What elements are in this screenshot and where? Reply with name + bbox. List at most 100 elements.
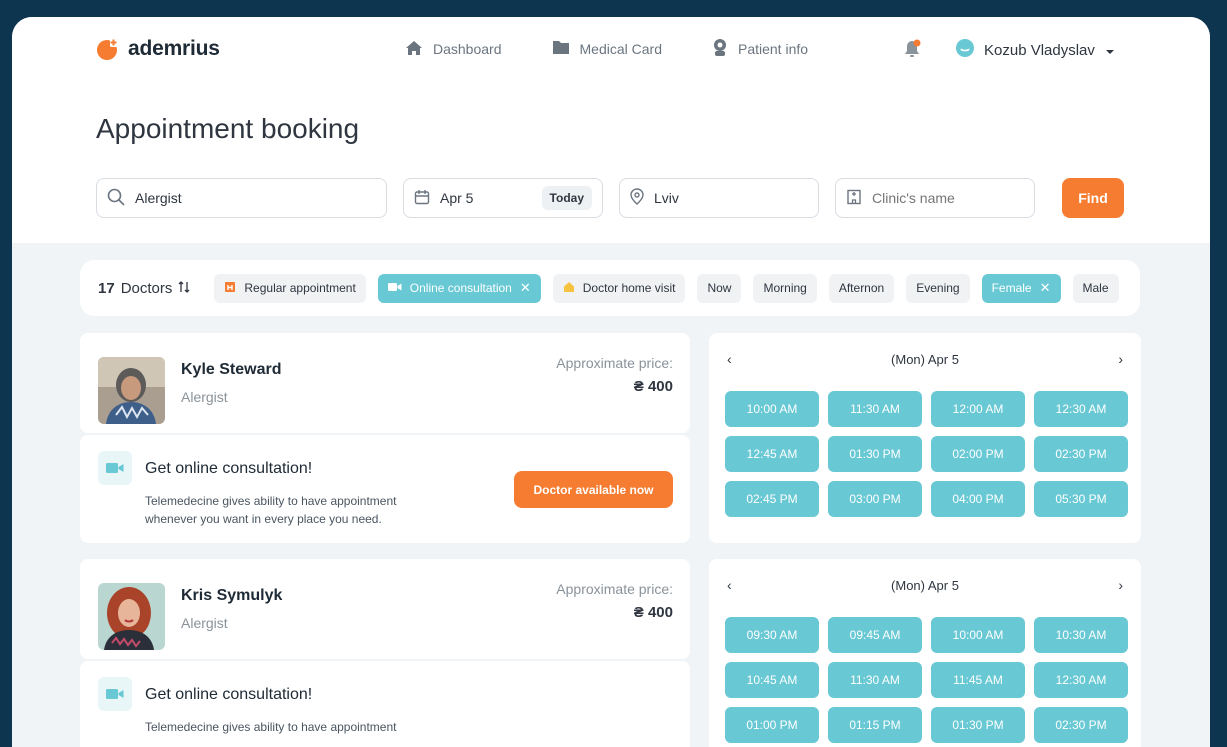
time-slot[interactable]: 11:30 AM [828, 662, 922, 698]
time-slot[interactable]: 12:30 AM [1034, 391, 1128, 427]
clinic-input[interactable] [872, 190, 1024, 206]
doctors-count-number: 17 [98, 279, 115, 297]
time-slot[interactable]: 01:30 PM [931, 707, 1025, 743]
promo-title: Get online consultation! [145, 460, 313, 477]
folder-icon [552, 40, 570, 58]
house-icon [563, 281, 575, 296]
filter-online-consultation[interactable]: Online consultation ✕ [377, 273, 541, 303]
time-slot[interactable]: 09:30 AM [725, 617, 819, 653]
doctor-specialty: Alergist [181, 615, 228, 631]
schedule-header: ‹ (Mon) Apr 5 › [709, 577, 1141, 593]
nav-patient-info[interactable]: Patient info [712, 39, 808, 59]
time-slot[interactable]: 02:30 PM [1034, 707, 1128, 743]
city-field[interactable] [619, 178, 819, 218]
filter-regular-appointment[interactable]: Regular appointment [214, 273, 366, 303]
location-pin-icon [630, 188, 644, 208]
filter-male[interactable]: Male [1072, 273, 1119, 303]
hospital-icon [224, 281, 236, 296]
schedule-date: (Mon) Apr 5 [891, 577, 959, 593]
chevron-right-icon[interactable]: › [1118, 351, 1123, 367]
sort-icon [178, 280, 190, 297]
promo-title: Get online consultation! [145, 686, 313, 703]
time-slot[interactable]: 05:30 PM [1034, 481, 1128, 517]
header-section: ademrius Dashboard Medical Card Patient … [12, 17, 1210, 243]
doctor-photo [98, 583, 165, 650]
time-slot[interactable]: 01:30 PM [828, 436, 922, 472]
time-slot[interactable]: 01:00 PM [725, 707, 819, 743]
user-name: Kozub Vladyslav [984, 41, 1095, 59]
doctors-count[interactable]: 17 Doctors [98, 280, 190, 297]
time-slot[interactable]: 02:00 PM [931, 436, 1025, 472]
time-slot[interactable]: 03:00 PM [828, 481, 922, 517]
time-slots: 09:30 AM 09:45 AM 10:00 AM 10:30 AM 10:4… [725, 617, 1128, 743]
filter-bar: 17 Doctors Regular appointment Online co… [80, 260, 1140, 316]
specialty-input[interactable] [135, 190, 376, 206]
doctor-card[interactable]: Kyle Steward Alergist Approximate price:… [80, 333, 690, 433]
nav-medical-card-label: Medical Card [579, 41, 662, 57]
person-icon [712, 39, 728, 59]
time-slot[interactable]: 10:45 AM [725, 662, 819, 698]
chevron-left-icon[interactable]: ‹ [727, 351, 732, 367]
remove-filter-close-icon[interactable]: ✕ [1040, 280, 1051, 296]
filter-afternoon[interactable]: Afternon [828, 273, 895, 303]
time-slot[interactable]: 09:45 AM [828, 617, 922, 653]
time-slot[interactable]: 10:00 AM [725, 391, 819, 427]
doctor-specialty: Alergist [181, 389, 228, 405]
notification-bell-icon[interactable] [902, 39, 922, 59]
app-window: ademrius Dashboard Medical Card Patient … [12, 17, 1210, 747]
time-slot[interactable]: 02:30 PM [1034, 436, 1128, 472]
filter-home-visit[interactable]: Doctor home visit [552, 273, 686, 303]
time-slot[interactable]: 11:45 AM [931, 662, 1025, 698]
search-icon [107, 188, 125, 209]
schedule-header: ‹ (Mon) Apr 5 › [709, 351, 1141, 367]
online-consultation-promo: Get online consultation! Telemedecine gi… [80, 661, 690, 747]
filter-label: Online consultation [409, 281, 512, 295]
doctor-name[interactable]: Kris Symulyk [181, 587, 282, 605]
filter-label: Afternon [838, 281, 885, 295]
time-slot[interactable]: 01:15 PM [828, 707, 922, 743]
clinic-field[interactable] [835, 178, 1035, 218]
filter-evening[interactable]: Evening [906, 273, 970, 303]
time-slot[interactable]: 12:45 AM [725, 436, 819, 472]
date-field[interactable]: Today [403, 178, 603, 218]
online-consultation-promo: Get online consultation! Telemedecine gi… [80, 435, 690, 543]
price-value: ₴ 400 [633, 378, 673, 395]
chevron-left-icon[interactable]: ‹ [727, 577, 732, 593]
nav-dashboard[interactable]: Dashboard [405, 40, 502, 59]
specialty-field[interactable] [96, 178, 387, 218]
logo[interactable]: ademrius [96, 37, 220, 61]
user-avatar-icon [956, 39, 974, 61]
doctor-card[interactable]: Kris Symulyk Alergist Approximate price:… [80, 559, 690, 659]
price-label: Approximate price: [556, 355, 673, 371]
remove-filter-close-icon[interactable]: ✕ [520, 280, 531, 296]
time-slot[interactable]: 11:30 AM [828, 391, 922, 427]
nav-patient-info-label: Patient info [737, 41, 809, 57]
time-slot[interactable]: 12:30 AM [1034, 662, 1128, 698]
time-slots: 10:00 AM 11:30 AM 12:00 AM 12:30 AM 12:4… [725, 391, 1128, 517]
filter-now[interactable]: Now [697, 273, 742, 303]
city-input[interactable] [654, 190, 808, 206]
find-button[interactable]: Find [1062, 178, 1124, 218]
filter-label: Now [707, 281, 732, 295]
page-title: Appointment booking [96, 113, 360, 144]
video-camera-icon [98, 451, 132, 485]
time-slot[interactable]: 04:00 PM [931, 481, 1025, 517]
chevron-right-icon[interactable]: › [1118, 577, 1123, 593]
filter-morning[interactable]: Morning [753, 273, 817, 303]
doctor-available-button[interactable]: Doctor available now [514, 471, 673, 508]
calendar-icon [414, 189, 430, 208]
brand-name: ademrius [128, 37, 220, 60]
date-input[interactable] [440, 190, 530, 206]
nav-medical-card[interactable]: Medical Card [552, 40, 662, 58]
time-slot[interactable]: 12:00 AM [931, 391, 1025, 427]
main-nav: Dashboard Medical Card Patient info [405, 39, 808, 59]
video-camera-icon [387, 281, 402, 295]
time-slot[interactable]: 02:45 PM [725, 481, 819, 517]
doctor-name[interactable]: Kyle Steward [181, 361, 281, 379]
schedule-panel: ‹ (Mon) Apr 5 › 10:00 AM 11:30 AM 12:00 … [709, 333, 1141, 543]
user-menu[interactable]: Kozub Vladyslav [956, 39, 1115, 61]
filter-female[interactable]: Female ✕ [981, 273, 1061, 303]
today-button[interactable]: Today [541, 186, 592, 210]
time-slot[interactable]: 10:00 AM [931, 617, 1025, 653]
time-slot[interactable]: 10:30 AM [1034, 617, 1128, 653]
